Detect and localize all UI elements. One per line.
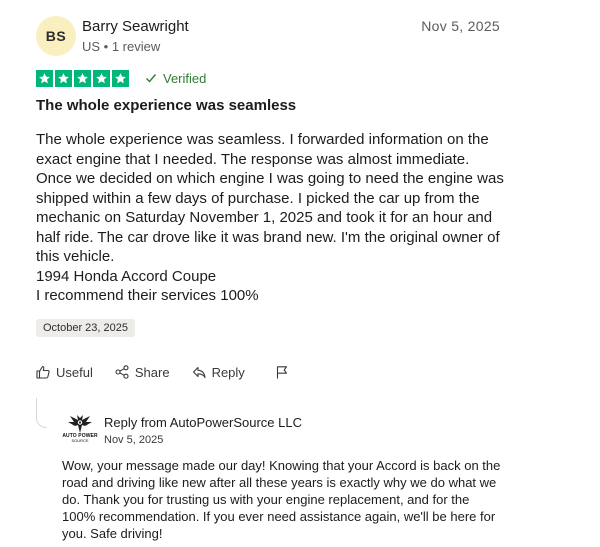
- review-paragraph: The whole experience was seamless. I for…: [36, 131, 504, 265]
- eagle-logo-icon: [68, 415, 92, 433]
- logo-subtext: SOURCE: [71, 438, 89, 443]
- review-actions: Useful Share Reply: [36, 363, 295, 381]
- useful-label: Useful: [56, 364, 93, 380]
- reply-connector-line: [36, 398, 47, 428]
- reply-button[interactable]: Reply: [192, 365, 245, 380]
- star-icon: [55, 69, 72, 87]
- star-rating: [36, 69, 129, 87]
- reply-date: Nov 5, 2025: [104, 434, 164, 446]
- star-icon: [36, 69, 53, 87]
- reply-arrow-icon: [192, 366, 206, 379]
- company-reply: AUTO POWER SOURCE Reply from AutoPowerSo…: [36, 398, 500, 547]
- share-label: Share: [134, 364, 170, 380]
- reviewer-name[interactable]: Barry Seawright: [82, 18, 189, 35]
- review-date: Nov 5, 2025: [421, 18, 500, 34]
- checkmark-icon: [146, 74, 157, 83]
- thumbs-up-icon: [36, 365, 50, 379]
- avatar[interactable]: BS: [36, 16, 76, 56]
- review-body: The whole experience was seamless. I for…: [36, 130, 506, 306]
- useful-button[interactable]: Useful: [36, 365, 93, 380]
- star-icon: [112, 69, 129, 87]
- company-logo: AUTO POWER SOURCE: [62, 414, 98, 448]
- review-title: The whole experience was seamless: [36, 97, 297, 114]
- experience-date-badge: October 23, 2025: [36, 319, 136, 337]
- verified-label: Verified: [163, 70, 207, 86]
- rating-row: Verified: [36, 69, 206, 87]
- reply-from-label: Reply from AutoPowerSource LLC: [104, 415, 302, 430]
- reply-text: Wow, your message made our day! Knowing …: [62, 458, 501, 541]
- share-icon: [115, 365, 129, 379]
- report-button[interactable]: [275, 365, 295, 379]
- flag-icon: [276, 366, 287, 379]
- star-icon: [93, 69, 110, 87]
- reply-label: Reply: [211, 364, 245, 380]
- share-button[interactable]: Share: [115, 365, 170, 380]
- verified-badge: Verified: [145, 71, 206, 86]
- reviewer-meta: US • 1 review: [82, 39, 161, 54]
- review-paragraph: 1994 Honda Accord Coupe: [36, 267, 217, 285]
- review-header: BS Barry Seawright US • 1 review Nov 5, …: [36, 14, 500, 58]
- star-icon: [74, 69, 91, 87]
- review-paragraph: I recommend their services 100%: [36, 287, 259, 304]
